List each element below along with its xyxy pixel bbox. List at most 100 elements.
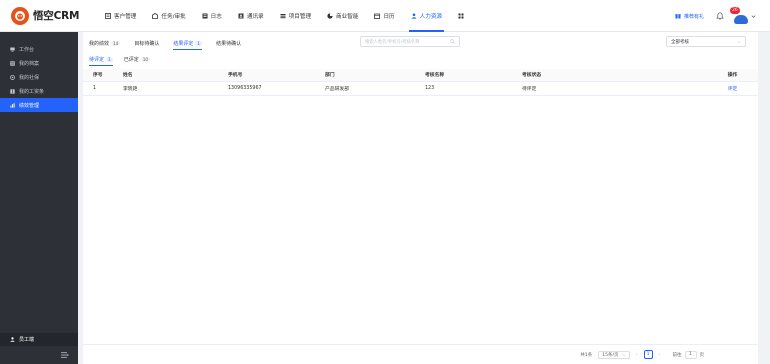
gift-icon bbox=[675, 14, 681, 19]
invite-label: 推荐有礼 bbox=[683, 13, 704, 20]
subtab-label: 已评定 bbox=[123, 57, 139, 63]
nav-label: 日历 bbox=[383, 13, 395, 20]
notification-badge: 26 bbox=[730, 6, 740, 14]
invite-link[interactable]: 推荐有礼 bbox=[675, 13, 704, 20]
subtab-count-badge: 10 bbox=[140, 57, 151, 62]
pagination: 共1条 15条/页 ‹ 1 › 前往 1 页 bbox=[83, 344, 758, 364]
nav-item-contacts[interactable]: 通讯录 bbox=[230, 0, 272, 32]
cell-assessment-name: 123 bbox=[415, 81, 512, 96]
nav-label: 任务/审批 bbox=[161, 13, 186, 20]
app-name: 悟空CRM bbox=[33, 10, 80, 22]
app-logo[interactable]: 悟空CRM bbox=[11, 6, 83, 25]
column-header[interactable]: 手机号 bbox=[218, 69, 315, 82]
subtab-evaluated[interactable]: 已评定 10 bbox=[123, 54, 151, 65]
table-row[interactable]: 1 李晓艳 13096335967 产品研发部 123 待评定 评定 bbox=[83, 81, 758, 96]
evaluate-link[interactable]: 评定 bbox=[728, 87, 738, 92]
select-value: 全部考核 bbox=[671, 39, 689, 45]
sidebar-item-payslip[interactable]: 我的工资条 bbox=[0, 84, 78, 98]
assessment-filter-select[interactable]: 全部考核 bbox=[666, 36, 746, 47]
sidebar-item-label: 我的工资条 bbox=[19, 88, 45, 95]
sidebar-footer: 员工端 bbox=[0, 333, 78, 364]
sidebar-menu: 工作台 我的档案 我的社保 我的工资条 绩效管理 bbox=[0, 42, 78, 112]
chevron-down-icon bbox=[621, 353, 626, 356]
nav-label: 通讯录 bbox=[246, 13, 264, 20]
cell-action: 评定 bbox=[707, 81, 758, 96]
sidebar-item-performance[interactable]: 绩效管理 bbox=[0, 98, 78, 112]
column-header[interactable]: 操作 bbox=[707, 69, 758, 82]
column-header[interactable]: 考核状态 bbox=[512, 69, 707, 82]
sidebar-item-label: 绩效管理 bbox=[19, 102, 40, 109]
cell-assessment-status: 待评定 bbox=[512, 81, 707, 96]
staff-portal-switch[interactable]: 员工端 bbox=[0, 333, 78, 346]
calendar-icon bbox=[374, 13, 381, 19]
nav-item-bi[interactable]: 商业智能 bbox=[319, 0, 366, 32]
subtab-count-badge: 1 bbox=[106, 57, 113, 62]
sidebar-item-profile[interactable]: 我的档案 bbox=[0, 56, 78, 70]
nav-item-task[interactable]: 任务/审批 bbox=[144, 0, 193, 32]
tab-result-confirm[interactable]: 结果待确认 bbox=[216, 37, 241, 49]
nav-item-hr[interactable]: 人力资源 bbox=[403, 0, 450, 32]
chevron-down-icon bbox=[737, 41, 741, 44]
column-header[interactable]: 考核名称 bbox=[415, 69, 512, 82]
page-size-value: 15条/页 bbox=[602, 352, 619, 358]
staff-label: 员工端 bbox=[19, 337, 35, 343]
nav-item-customer[interactable]: 客户管理 bbox=[97, 0, 144, 32]
nav-item-calendar[interactable]: 日历 bbox=[366, 0, 402, 32]
log-icon bbox=[202, 13, 208, 18]
monitor-icon bbox=[10, 47, 15, 52]
search-placeholder: 搜索人姓名/手机号/考核名称 bbox=[365, 39, 420, 45]
collapse-icon bbox=[61, 352, 69, 358]
cell-phone: 13096335967 bbox=[218, 81, 315, 96]
sidebar-item-social-insurance[interactable]: 我的社保 bbox=[0, 70, 78, 84]
nav-item-project[interactable]: 项目管理 bbox=[272, 0, 319, 32]
tab-result-evaluation[interactable]: 结果评定 1 bbox=[173, 37, 203, 50]
nav-label: 商业智能 bbox=[336, 13, 359, 20]
logo-icon bbox=[11, 6, 29, 25]
evaluation-table: 序号 姓名 手机号 部门 考核名称 考核状态 操作 1 李晓艳 13096335… bbox=[83, 69, 758, 96]
goto-label: 前往 bbox=[672, 352, 682, 358]
subtab-pending[interactable]: 待评定 1 bbox=[89, 54, 113, 66]
nav-label: 人力资源 bbox=[419, 13, 443, 20]
cell-index: 1 bbox=[83, 81, 113, 96]
goto-page-input[interactable]: 1 bbox=[684, 350, 697, 359]
nav-label: 客户管理 bbox=[114, 13, 137, 20]
contacts-icon bbox=[238, 13, 244, 18]
search-input[interactable]: 搜索人姓名/手机号/考核名称 bbox=[360, 36, 460, 47]
top-navbar: 悟空CRM 客户管理 任务/审批 日志 通讯录 项目管理 商业智能 日历 人力资… bbox=[0, 0, 770, 32]
tab-label: 目标待确认 bbox=[134, 40, 160, 47]
profile-icon bbox=[10, 60, 15, 66]
prev-page-button[interactable]: ‹ bbox=[634, 352, 640, 358]
tab-my-performance[interactable]: 我的绩效 14 bbox=[89, 37, 121, 49]
search-icon[interactable] bbox=[450, 39, 455, 44]
sidebar-item-label: 我的档案 bbox=[19, 60, 40, 67]
cell-department: 产品研发部 bbox=[315, 81, 415, 96]
customer-icon bbox=[105, 12, 111, 19]
column-header[interactable]: 姓名 bbox=[113, 69, 218, 82]
goto-unit: 页 bbox=[699, 352, 705, 358]
main-nav: 客户管理 任务/审批 日志 通讯录 项目管理 商业智能 日历 人力资源 bbox=[97, 0, 475, 32]
subtab-label: 待评定 bbox=[89, 57, 105, 63]
page-jumper: 前往 1 页 bbox=[672, 350, 705, 359]
tab-label: 结果待确认 bbox=[216, 40, 242, 47]
bi-icon bbox=[327, 12, 333, 19]
top-right-area: 推荐有礼 26 bbox=[675, 0, 756, 32]
page-number-button[interactable]: 1 bbox=[643, 350, 653, 359]
avatar bbox=[734, 14, 748, 24]
next-page-button[interactable]: › bbox=[657, 352, 663, 358]
nav-more-apps[interactable] bbox=[450, 0, 475, 32]
sidebar-collapse-button[interactable] bbox=[0, 346, 78, 364]
sidebar-item-workbench[interactable]: 工作台 bbox=[0, 42, 78, 56]
notification-bell-icon[interactable] bbox=[716, 12, 724, 20]
payslip-icon bbox=[10, 88, 15, 94]
tab-count-badge: 14 bbox=[111, 40, 121, 46]
sidebar-item-label: 我的社保 bbox=[19, 74, 40, 81]
column-header[interactable]: 部门 bbox=[315, 69, 415, 82]
nav-item-log[interactable]: 日志 bbox=[194, 0, 230, 32]
page-size-select[interactable]: 15条/页 bbox=[598, 350, 630, 359]
tab-goal-confirm[interactable]: 目标待确认 bbox=[134, 37, 159, 49]
nav-label: 日志 bbox=[210, 13, 222, 20]
tab-count-badge: 1 bbox=[195, 40, 203, 46]
column-header[interactable]: 序号 bbox=[83, 69, 113, 82]
user-menu[interactable]: 26 bbox=[730, 6, 756, 24]
tab-label: 结果评定 bbox=[173, 40, 194, 47]
